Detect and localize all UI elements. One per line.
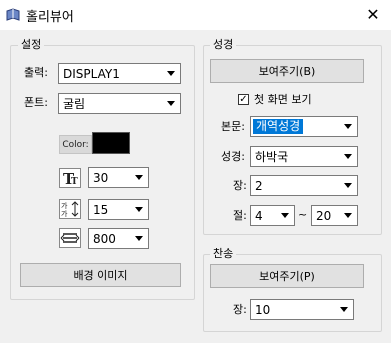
svg-text:T: T xyxy=(71,177,78,187)
book-app-icon xyxy=(6,8,20,22)
book-select[interactable]: 하박국 xyxy=(250,146,358,167)
hymn-group-title: 찬송 xyxy=(210,247,237,261)
chapter-value: 2 xyxy=(255,179,263,193)
svg-text:가: 가 xyxy=(61,209,68,218)
font-label: 폰트: xyxy=(24,96,48,109)
chevron-down-icon[interactable] xyxy=(277,207,293,224)
hymn-chapter-label: 장: xyxy=(233,303,247,316)
first-screen-checkbox[interactable]: ✓ xyxy=(238,94,249,105)
svg-text:가: 가 xyxy=(61,201,68,210)
chevron-down-icon[interactable] xyxy=(131,169,147,186)
color-swatch[interactable] xyxy=(92,132,130,154)
chevron-down-icon[interactable] xyxy=(131,230,147,247)
font-value: 굴림 xyxy=(63,97,86,111)
chevron-down-icon[interactable] xyxy=(163,95,179,112)
chevron-down-icon[interactable] xyxy=(163,65,179,82)
settings-group-title: 설정 xyxy=(18,38,45,52)
hymn-chapter-value: 10 xyxy=(255,303,271,317)
book-label: 성경: xyxy=(221,150,245,163)
hymn-show-button[interactable]: 보여주기(P) xyxy=(210,264,364,288)
output-label: 출력: xyxy=(24,66,48,79)
window-title: 홀리뷰어 xyxy=(26,10,74,25)
output-select[interactable]: DISPLAY1 xyxy=(58,63,181,84)
verse-range-separator: ~ xyxy=(298,208,308,221)
first-screen-label: 첫 화면 보기 xyxy=(254,93,312,106)
title-bar: 홀리뷰어 ✕ xyxy=(0,0,391,30)
version-value: 개역성경 xyxy=(253,119,304,134)
bg-image-button[interactable]: 배경 이미지 xyxy=(20,263,181,287)
version-select[interactable]: 개역성경 xyxy=(250,116,358,137)
chevron-down-icon[interactable] xyxy=(340,118,356,135)
line-spacing-select[interactable]: 15 xyxy=(88,199,149,220)
width-value: 800 xyxy=(93,232,116,246)
chapter-label: 장: xyxy=(233,179,247,192)
color-label: Color: xyxy=(59,135,92,154)
scripture-show-button[interactable]: 보여주기(B) xyxy=(210,59,364,83)
chevron-down-icon[interactable] xyxy=(340,148,356,165)
version-label: 본문: xyxy=(221,120,245,133)
output-value: DISPLAY1 xyxy=(63,67,120,81)
close-button[interactable]: ✕ xyxy=(362,5,384,25)
font-size-icon: T T xyxy=(59,168,81,188)
chevron-down-icon[interactable] xyxy=(131,201,147,218)
book-value: 하박국 xyxy=(255,150,289,164)
verse-to-value: 20 xyxy=(316,209,332,223)
chevron-down-icon[interactable] xyxy=(340,177,356,194)
chevron-down-icon[interactable] xyxy=(336,301,352,318)
verse-to-select[interactable]: 20 xyxy=(311,205,358,226)
chevron-down-icon[interactable] xyxy=(340,207,356,224)
verse-from-select[interactable]: 4 xyxy=(250,205,295,226)
font-size-value: 30 xyxy=(93,171,109,185)
verse-label: 절: xyxy=(233,209,247,222)
line-spacing-value: 15 xyxy=(93,203,109,217)
verse-from-value: 4 xyxy=(255,209,263,223)
font-select[interactable]: 굴림 xyxy=(58,93,181,114)
width-icon xyxy=(59,228,81,248)
font-size-select[interactable]: 30 xyxy=(88,167,149,188)
scripture-group-title: 성경 xyxy=(210,38,237,52)
chapter-select[interactable]: 2 xyxy=(250,175,358,196)
line-spacing-icon: 가 가 xyxy=(59,199,81,219)
hymn-chapter-select[interactable]: 10 xyxy=(250,299,354,320)
width-select[interactable]: 800 xyxy=(88,228,149,249)
